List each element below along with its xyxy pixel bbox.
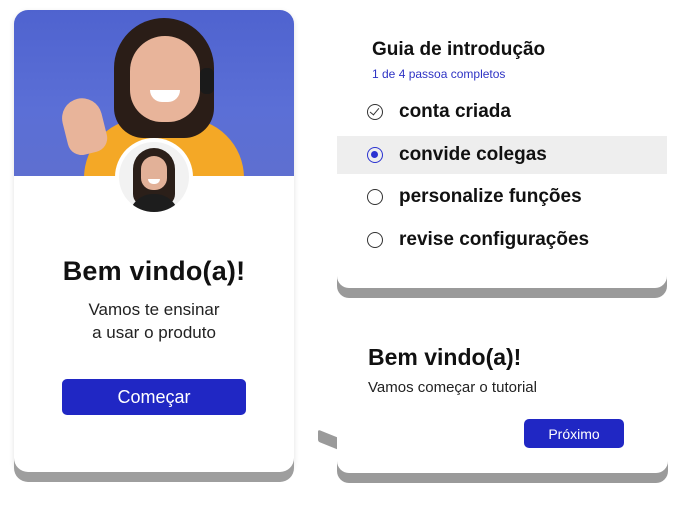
welcome-subtitle-line-2: a usar o produto — [92, 323, 216, 342]
start-button[interactable]: Começar — [62, 379, 246, 415]
welcome-subtitle-line-1: Vamos te ensinar — [88, 300, 220, 319]
step-account-created[interactable]: conta criada — [337, 93, 667, 131]
welcome-card: Bem vindo(a)! Vamos te ensinar a usar o … — [14, 10, 294, 472]
next-button[interactable]: Próximo — [524, 419, 624, 448]
onboarding-guide-card: Guia de introdução 1 de 4 passoa complet… — [337, 20, 667, 288]
guide-title: Guia de introdução — [372, 39, 546, 60]
radio-empty-icon — [367, 232, 383, 248]
avatar — [115, 138, 193, 216]
step-review-settings[interactable]: revise configurações — [337, 221, 667, 259]
guide-progress: 1 de 4 passoa completos — [372, 67, 506, 81]
tutorial-title: Bem vindo(a)! — [368, 344, 522, 370]
check-circle-icon — [367, 104, 383, 120]
radio-selected-icon — [367, 147, 383, 163]
step-label: personalize funções — [399, 186, 582, 207]
tutorial-tooltip-card: Bem vindo(a)! Vamos começar o tutorial P… — [337, 323, 668, 473]
step-label: conta criada — [399, 101, 511, 122]
step-label: convide colegas — [399, 144, 547, 165]
radio-empty-icon — [367, 189, 383, 205]
headset-icon — [200, 68, 214, 94]
tutorial-subtitle: Vamos começar o tutorial — [368, 379, 537, 396]
step-customize-features[interactable]: personalize funções — [337, 178, 667, 216]
welcome-subtitle: Vamos te ensinar a usar o produto — [54, 298, 254, 344]
welcome-title: Bem vindo(a)! — [62, 256, 246, 286]
step-invite-colleagues[interactable]: convide colegas — [337, 136, 667, 174]
step-label: revise configurações — [399, 229, 590, 250]
